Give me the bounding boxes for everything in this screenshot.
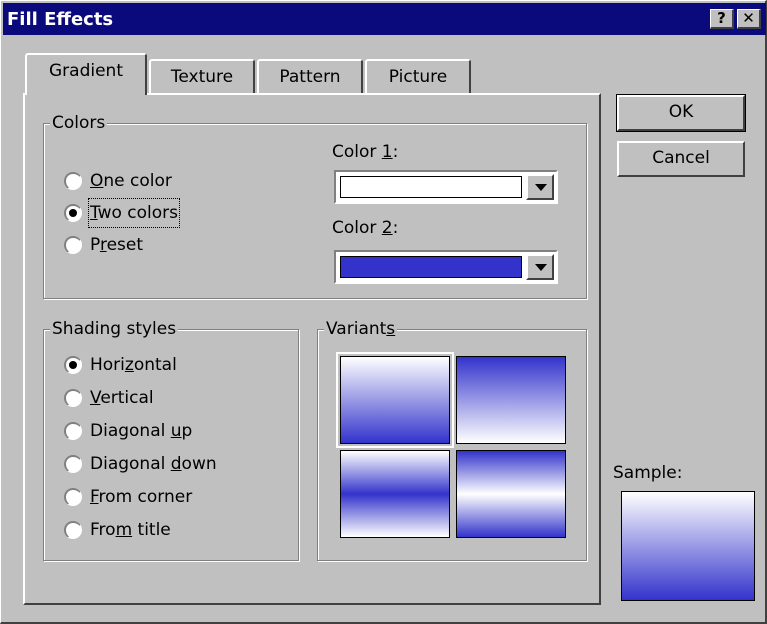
ok-button[interactable]: OK — [616, 94, 746, 132]
radio-two-colors-label: Two colors — [87, 198, 181, 228]
radio-diagonal-up-label: Diagonal up — [90, 421, 193, 441]
radio-from-title-label: From title — [90, 520, 171, 540]
radio-circle[interactable] — [64, 389, 82, 407]
color1-dropdown[interactable] — [334, 170, 558, 204]
tab-texture[interactable]: Texture — [149, 59, 255, 93]
radio-horizontal-label: Horizontal — [90, 355, 177, 375]
variants-group: Variants — [317, 319, 587, 561]
colors-group-legend: Colors — [50, 113, 108, 133]
radio-vertical-label: Vertical — [90, 388, 154, 408]
color1-swatch — [340, 176, 522, 198]
radio-circle[interactable] — [64, 172, 82, 190]
sample-preview — [621, 491, 755, 601]
radio-selected-dot — [69, 361, 77, 369]
color2-dropdown[interactable] — [334, 250, 558, 284]
variant-2[interactable] — [456, 356, 566, 444]
cancel-button[interactable]: Cancel — [617, 141, 745, 177]
radio-circle[interactable] — [64, 236, 82, 254]
sample-label: Sample: — [613, 463, 683, 483]
radio-circle[interactable] — [64, 521, 82, 539]
radio-circle[interactable] — [64, 356, 82, 374]
radio-preset-label: Preset — [90, 235, 144, 255]
dialog-title: Fill Effects — [7, 9, 114, 30]
variant-4[interactable] — [456, 450, 566, 538]
title-bar[interactable]: Fill Effects ? ✕ — [3, 3, 766, 35]
color1-label: Color 1: — [332, 142, 399, 162]
tab-picture[interactable]: Picture — [365, 59, 471, 93]
gradient-tab-panel: Colors One color Two colors Preset Color… — [23, 93, 601, 605]
radio-circle[interactable] — [64, 422, 82, 440]
radio-circle[interactable] — [64, 488, 82, 506]
shading-styles-legend: Shading styles — [50, 319, 179, 339]
variant-3[interactable] — [340, 450, 450, 538]
shading-styles-group: Shading styles Horizontal Vertical Diago… — [43, 319, 299, 561]
colors-group: Colors One color Two colors Preset Color… — [43, 113, 587, 299]
color2-label: Color 2: — [332, 218, 399, 238]
tab-pattern[interactable]: Pattern — [257, 59, 363, 93]
variant-1[interactable] — [336, 352, 454, 448]
radio-circle[interactable] — [64, 455, 82, 473]
tab-gradient[interactable]: Gradient — [25, 53, 147, 95]
close-button[interactable]: ✕ — [737, 9, 761, 29]
variants-legend: Variants — [324, 319, 398, 339]
color1-dropdown-arrow-icon[interactable] — [526, 174, 554, 200]
radio-circle[interactable] — [64, 204, 82, 222]
radio-one-color-label: One color — [90, 171, 172, 191]
color2-swatch — [340, 256, 522, 278]
radio-diagonal-down-label: Diagonal down — [90, 454, 217, 474]
radio-from-corner-label: From corner — [90, 487, 193, 507]
help-button[interactable]: ? — [710, 9, 734, 29]
radio-selected-dot — [69, 209, 77, 217]
fill-effects-dialog: Fill Effects ? ✕ Gradient Texture Patter… — [0, 0, 767, 624]
color2-dropdown-arrow-icon[interactable] — [526, 254, 554, 280]
